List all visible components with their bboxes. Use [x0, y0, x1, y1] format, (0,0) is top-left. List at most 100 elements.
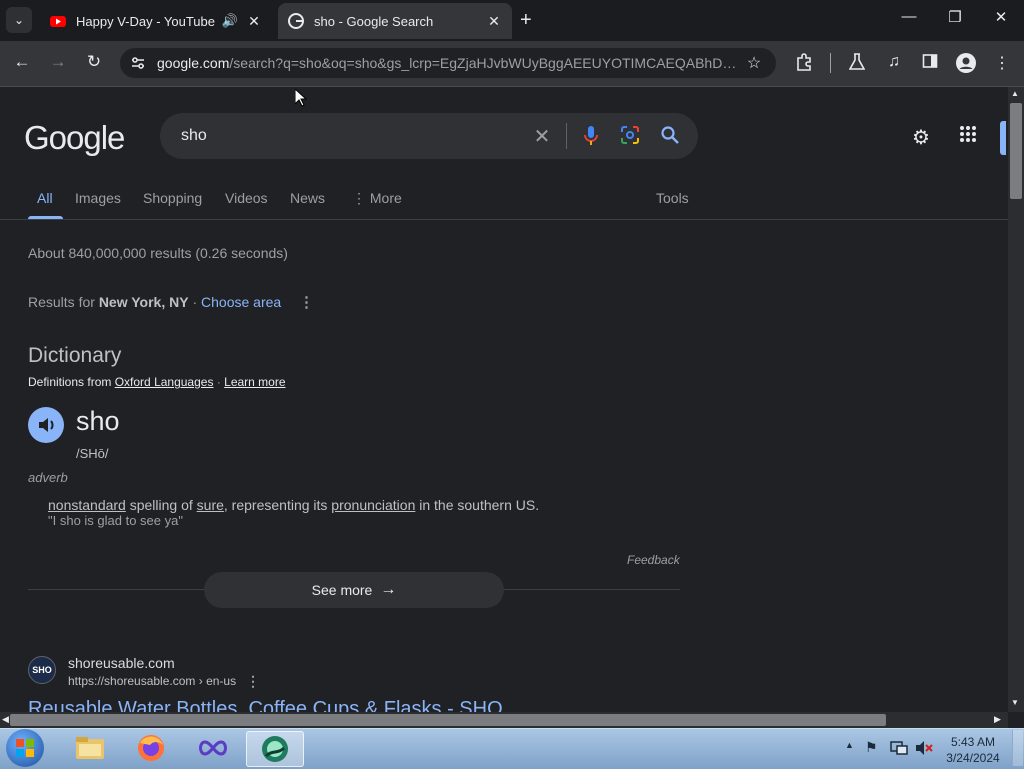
new-tab-icon[interactable]: + [520, 9, 532, 32]
mic-icon[interactable] [579, 125, 603, 152]
site-settings-icon[interactable] [130, 55, 146, 71]
dictionary-word: sho [76, 406, 120, 436]
definition-text: nonstandard spelling of sure, representi… [48, 497, 539, 513]
scroll-up-icon[interactable]: ▲ [1011, 89, 1019, 98]
taskbar-file-explorer[interactable] [62, 731, 118, 765]
tools-button[interactable]: Tools [656, 190, 689, 206]
google-logo[interactable]: Google [24, 119, 125, 157]
tab-videos[interactable]: Videos [225, 190, 268, 206]
tab-google-search[interactable]: sho - Google Search ✕ [278, 3, 512, 39]
show-hidden-icons[interactable]: ▲ [845, 740, 854, 750]
clock-date: 3/24/2024 [946, 751, 1000, 765]
google-g-icon [288, 13, 304, 29]
url-text[interactable]: google.com/search?q=sho&oq=sho&gs_lcrp=E… [157, 55, 739, 71]
dictionary-heading: Dictionary [28, 344, 122, 367]
see-more-label: See more [311, 582, 373, 598]
forward-icon[interactable]: → [46, 52, 70, 74]
close-window-icon[interactable]: ✕ [991, 8, 1011, 26]
search-results-page [0, 87, 1008, 712]
tab-shopping[interactable]: Shopping [143, 190, 202, 206]
browser-app-icon [262, 736, 288, 762]
bookmark-star-icon[interactable]: ☆ [743, 53, 765, 73]
phonetic: /SHō/ [76, 446, 109, 461]
example-sentence: "I sho is glad to see ya" [48, 513, 183, 528]
speaker-icon[interactable]: 🔊 [222, 13, 238, 29]
tab-title: sho - Google Search [314, 13, 434, 29]
apps-grid-icon[interactable] [955, 125, 981, 149]
definitions-source-line: Definitions from Oxford Languages · Lear… [28, 375, 286, 389]
result-breadcrumb[interactable]: https://shoreusable.com › en-us [68, 674, 236, 688]
action-center-flag-icon[interactable]: ⚑ [865, 739, 878, 756]
network-icon[interactable] [890, 740, 908, 761]
site-favicon[interactable]: SHO [28, 656, 56, 684]
side-panel-icon[interactable] [919, 53, 941, 74]
system-clock[interactable]: 5:43 AM 3/24/2024 [940, 734, 1006, 766]
tab-news[interactable]: News [290, 190, 325, 206]
location-separator: · [192, 294, 198, 310]
profile-avatar-icon[interactable] [955, 53, 977, 78]
definition-link-sure[interactable]: sure [197, 497, 224, 513]
extensions-icon[interactable] [793, 53, 815, 76]
start-button[interactable] [6, 729, 44, 767]
settings-gear-icon[interactable]: ⚙ [908, 125, 934, 150]
show-desktop-button[interactable] [1012, 730, 1023, 766]
media-control-icon[interactable]: ♫ [883, 53, 905, 71]
results-stats: About 840,000,000 results (0.26 seconds) [28, 245, 288, 261]
windows-logo-icon [16, 739, 34, 757]
nav-divider [0, 219, 1008, 220]
restore-icon[interactable]: ❐ [945, 8, 965, 26]
taskbar-firefox[interactable] [123, 731, 179, 765]
search-icon[interactable] [658, 125, 682, 150]
location-options-icon[interactable]: ⋮ [299, 293, 314, 311]
search-input[interactable]: sho [181, 127, 207, 145]
url-path: /search?q=sho&oq=sho&gs_lcrp=EgZjaHJvbWU… [229, 55, 739, 71]
reload-icon[interactable]: ↻ [82, 52, 106, 74]
minimize-icon[interactable]: — [899, 8, 919, 25]
infinity-icon [199, 740, 227, 756]
close-tab-icon[interactable]: ✕ [484, 13, 504, 30]
taskbar-app[interactable] [185, 731, 241, 765]
learn-more-link[interactable]: Learn more [224, 375, 285, 389]
clear-search-icon[interactable]: ✕ [530, 124, 554, 149]
part-of-speech: adverb [28, 470, 68, 485]
clock-time: 5:43 AM [950, 735, 996, 749]
vertical-scroll-thumb[interactable] [1010, 103, 1022, 199]
more-dots-icon: ⋮ [352, 190, 366, 206]
choose-area-link[interactable]: Choose area [201, 294, 281, 310]
tab-images[interactable]: Images [75, 190, 121, 206]
taskbar-browser[interactable] [246, 731, 304, 767]
scroll-left-icon[interactable]: ◀ [2, 714, 9, 725]
lens-camera-icon[interactable] [618, 125, 642, 150]
tab-title: Happy V-Day - YouTube [76, 13, 215, 29]
tab-all[interactable]: All [37, 190, 53, 206]
location-name: New York, NY [98, 294, 189, 310]
definition-part: , representing its [223, 497, 332, 513]
close-tab-icon[interactable]: ✕ [244, 13, 264, 30]
arrow-right-icon: → [380, 581, 397, 598]
location-prefix: Results for [28, 294, 95, 310]
volume-muted-icon[interactable] [915, 740, 933, 761]
pronunciation-speaker-icon[interactable] [28, 407, 64, 443]
scroll-right-icon[interactable]: ▶ [994, 714, 1001, 725]
see-more-button[interactable]: See more → [204, 572, 504, 608]
result-title-link[interactable]: Reusable Water Bottles, Coffee Cups & Fl… [28, 698, 503, 712]
scroll-down-icon[interactable]: ▼ [1011, 698, 1019, 707]
result-site-name[interactable]: shoreusable.com [68, 655, 175, 671]
youtube-icon [50, 16, 66, 27]
mouse-cursor-icon [294, 87, 308, 112]
browser-menu-icon[interactable]: ⋮ [991, 53, 1013, 73]
oxford-languages-link[interactable]: Oxford Languages [115, 375, 214, 389]
tab-youtube[interactable]: Happy V-Day - YouTube 🔊 ✕ [40, 3, 272, 39]
back-icon[interactable]: ← [10, 52, 34, 74]
definition-link-nonstandard[interactable]: nonstandard [48, 497, 126, 513]
definition-link-pronunciation[interactable]: pronunciation [331, 497, 415, 513]
labs-flask-icon[interactable] [846, 53, 868, 76]
tab-more[interactable]: ⋮ More [352, 190, 402, 207]
horizontal-scroll-thumb[interactable] [10, 714, 886, 726]
definition-part: in the southern US. [415, 497, 540, 513]
tab-search-dropdown-icon[interactable]: ⌄ [6, 7, 32, 33]
result-options-icon[interactable]: ⋮ [246, 673, 260, 690]
sign-in-edge-indicator[interactable] [1000, 121, 1006, 155]
toolbar-divider [830, 53, 831, 73]
feedback-link[interactable]: Feedback [627, 553, 680, 567]
